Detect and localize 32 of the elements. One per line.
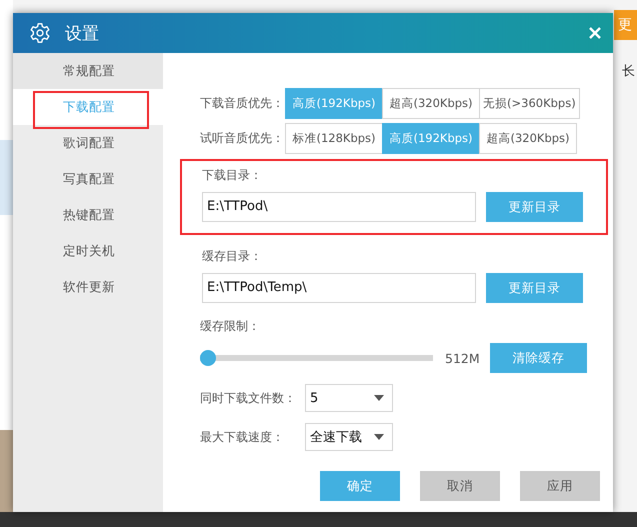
- action-button[interactable]: 取消: [420, 471, 500, 501]
- close-icon[interactable]: [589, 27, 601, 39]
- quality-option[interactable]: 标准(128Kbps): [285, 123, 383, 154]
- field-label: 试听音质优先：: [200, 130, 284, 147]
- field-label: 缓存限制：: [200, 318, 261, 335]
- settings-icon: [29, 22, 51, 44]
- field-label: 最大下载速度：: [200, 428, 285, 446]
- quality-option[interactable]: 超高(320Kbps): [479, 123, 577, 154]
- quality-option[interactable]: 无损(>360Kbps): [479, 88, 580, 119]
- path-field[interactable]: E:\TTPod\Temp\: [202, 273, 476, 303]
- sidebar-item[interactable]: 热键配置: [13, 197, 163, 233]
- column-label: 长: [622, 63, 635, 80]
- field-label: 下载音质优先：: [200, 95, 284, 112]
- dropdown[interactable]: 全速下载: [305, 423, 393, 451]
- sidebar-item[interactable]: 软件更新: [13, 269, 163, 305]
- field-label: 缓存目录：: [202, 248, 263, 265]
- slider-thumb[interactable]: [200, 350, 216, 366]
- sidebar-item[interactable]: 歌词配置: [13, 125, 163, 161]
- window-title: 设置: [65, 22, 100, 44]
- dropdown[interactable]: 5: [305, 384, 393, 412]
- action-button[interactable]: 应用: [520, 471, 600, 501]
- slider[interactable]: [200, 350, 433, 366]
- sidebar-item[interactable]: 常规配置: [13, 53, 163, 89]
- field-label: 同时下载文件数：: [200, 390, 297, 406]
- field-label: 下载目录：: [202, 167, 263, 184]
- caret-icon: [374, 434, 384, 440]
- caret-icon: [374, 395, 384, 401]
- slider-value: 512M: [445, 350, 481, 366]
- sidebar-item[interactable]: 写真配置: [13, 161, 163, 197]
- path-field[interactable]: E:\TTPod\: [202, 192, 476, 222]
- quality-option[interactable]: 超高(320Kbps): [382, 88, 480, 119]
- sidebar-item[interactable]: 定时关机: [13, 233, 163, 269]
